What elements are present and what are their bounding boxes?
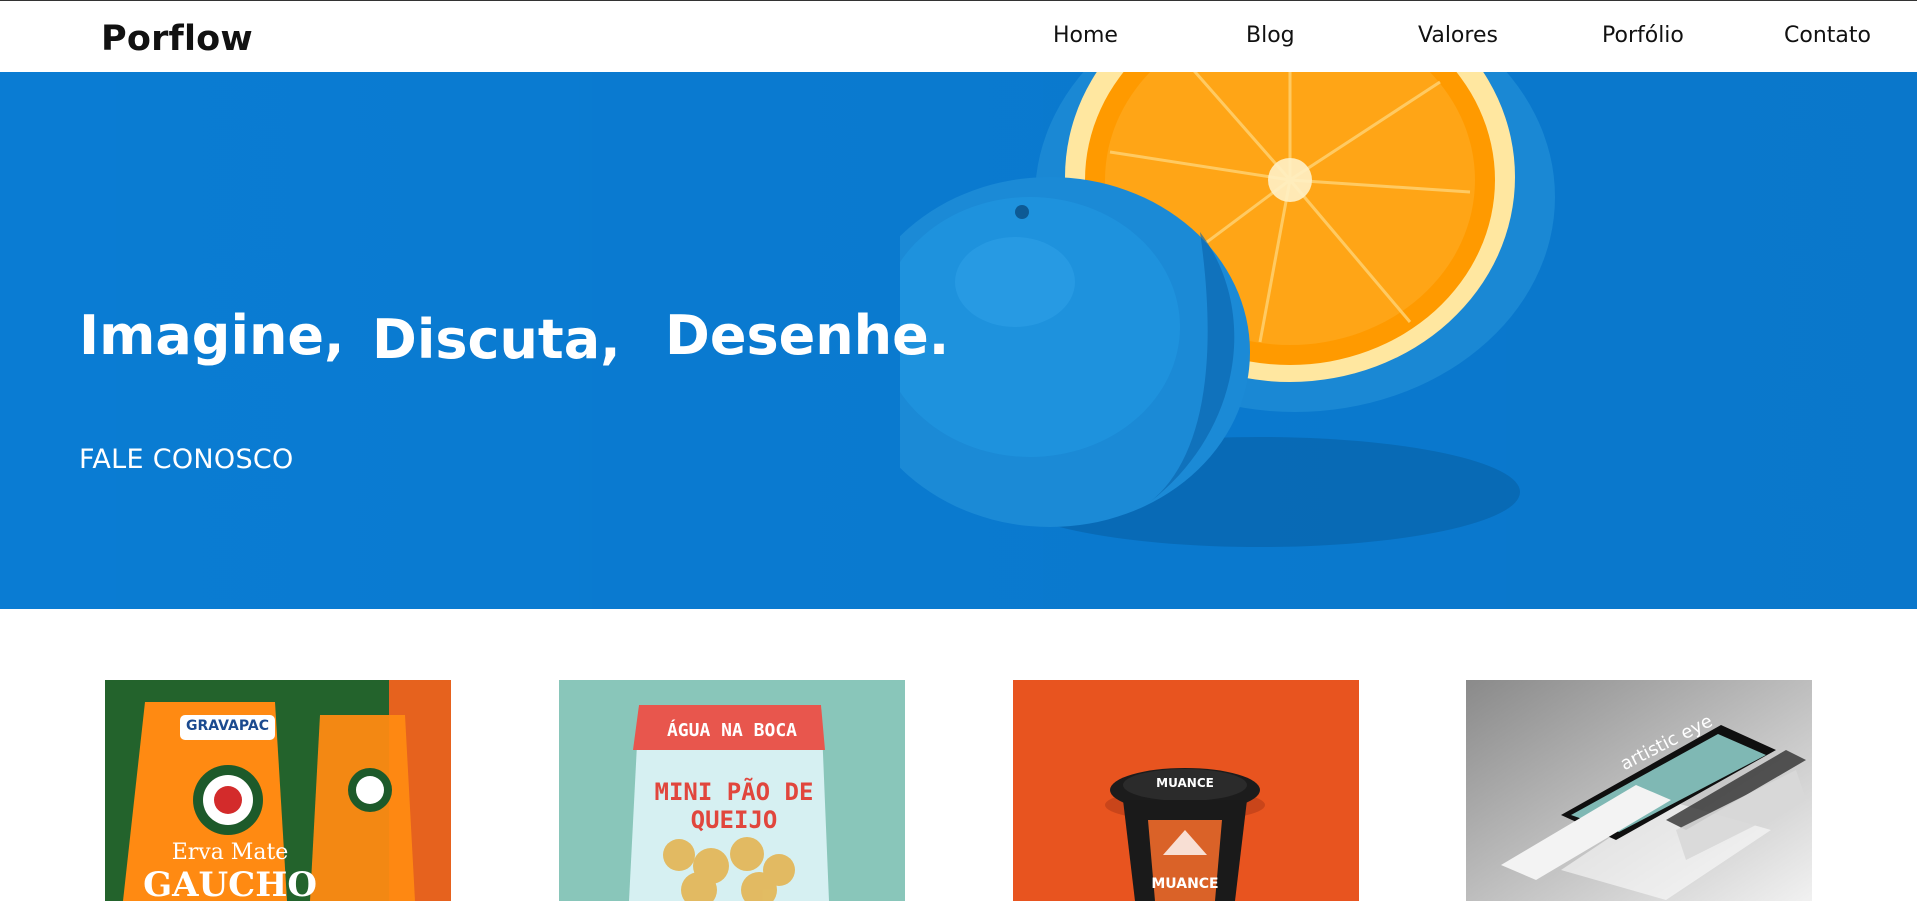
portfolio-item-agua-na-boca[interactable]: ÁGUA NA BOCA MINI PÃO DE QUEIJO: [559, 680, 905, 901]
portfolio-item-erva-mate[interactable]: GRAVAPAC Erva Mate GAUCHO: [105, 680, 451, 901]
site-logo[interactable]: Porflow: [101, 19, 253, 59]
nav-contato[interactable]: Contato: [1784, 23, 1871, 48]
hero-word-discuta: Discuta,: [372, 308, 621, 371]
nav-blog[interactable]: Blog: [1246, 23, 1295, 48]
site-header: Porflow Home Blog Valores Porfólio Conta…: [0, 1, 1917, 72]
nav-valores[interactable]: Valores: [1418, 23, 1498, 48]
erva-title: Erva Mate: [171, 840, 289, 865]
portfolio-item-artistic-eye[interactable]: artistic eye: [1466, 680, 1812, 901]
hero-word-desenhe: Desenhe.: [665, 304, 950, 367]
muance-title: MUANCE: [1151, 876, 1219, 892]
agua-title: MINI PÃO DE QUEIJO: [654, 778, 814, 834]
blue-orange-image: [900, 72, 1555, 547]
muance-cup-image: [1013, 680, 1359, 901]
hero-banner: Imagine, Discuta, Desenhe. FALE CONOSCO: [0, 72, 1917, 609]
fale-conosco-button[interactable]: FALE CONOSCO: [79, 444, 294, 475]
artistic-eye-image: [1466, 680, 1812, 901]
nav-portfolio[interactable]: Porfólio: [1602, 23, 1684, 48]
nav-home[interactable]: Home: [1053, 23, 1118, 48]
portfolio-grid: GRAVAPAC Erva Mate GAUCHO ÁGUA NA BOCA M…: [0, 680, 1917, 901]
agua-brand: ÁGUA NA BOCA: [666, 720, 798, 741]
muance-brand: MUANCE: [1156, 776, 1214, 790]
portfolio-item-muance[interactable]: MUANCE MUANCE: [1013, 680, 1359, 901]
hero-word-imagine: Imagine,: [79, 304, 345, 367]
erva-brand: GRAVAPAC: [186, 718, 269, 734]
erva-subtitle: GAUCHO: [143, 865, 317, 901]
